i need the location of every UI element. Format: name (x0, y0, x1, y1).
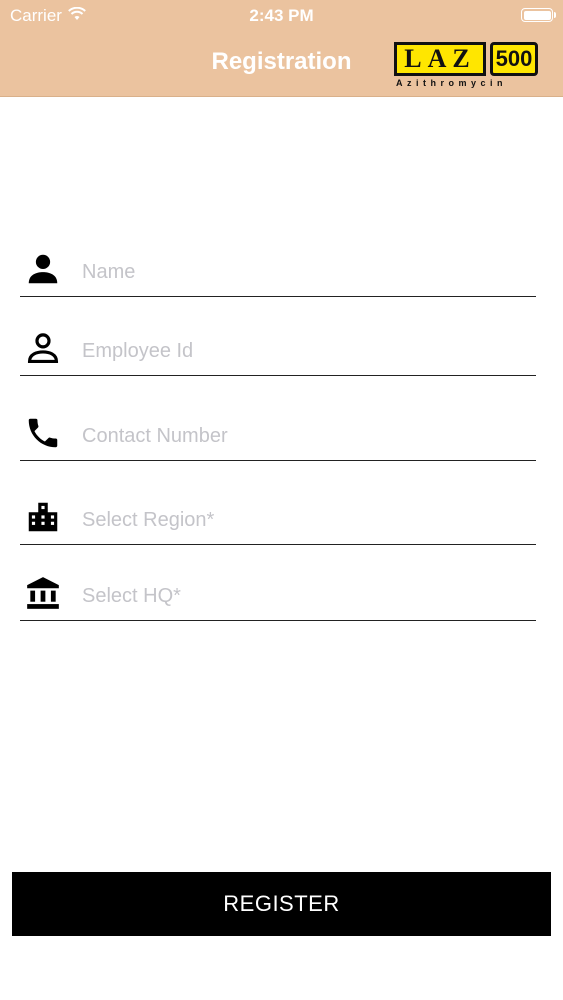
select-region-field[interactable] (20, 485, 536, 545)
employee-id-field[interactable] (20, 316, 536, 376)
select-region-input[interactable] (82, 502, 536, 538)
employee-id-input[interactable] (82, 333, 536, 369)
bank-icon (24, 574, 62, 612)
battery-icon (521, 8, 556, 22)
logo-brand-text: LAZ (394, 42, 486, 76)
contact-number-field[interactable] (20, 401, 536, 461)
contact-number-input[interactable] (82, 418, 536, 454)
person-outline-icon (24, 329, 62, 367)
person-icon (24, 250, 62, 288)
city-icon (24, 498, 62, 536)
register-button[interactable]: REGISTER (12, 872, 551, 936)
name-field[interactable] (20, 237, 536, 297)
name-input[interactable] (82, 254, 536, 290)
select-hq-field[interactable] (20, 561, 536, 621)
logo-subtitle: Azithromycin (396, 78, 508, 88)
phone-icon (24, 414, 62, 452)
brand-logo: LAZ 500 Azithromycin (392, 40, 542, 92)
logo-dose-text: 500 (490, 42, 538, 76)
select-hq-input[interactable] (82, 578, 536, 614)
header-bar: Carrier 2:43 PM Registration LAZ 500 Azi… (0, 0, 563, 97)
status-time: 2:43 PM (249, 6, 314, 25)
